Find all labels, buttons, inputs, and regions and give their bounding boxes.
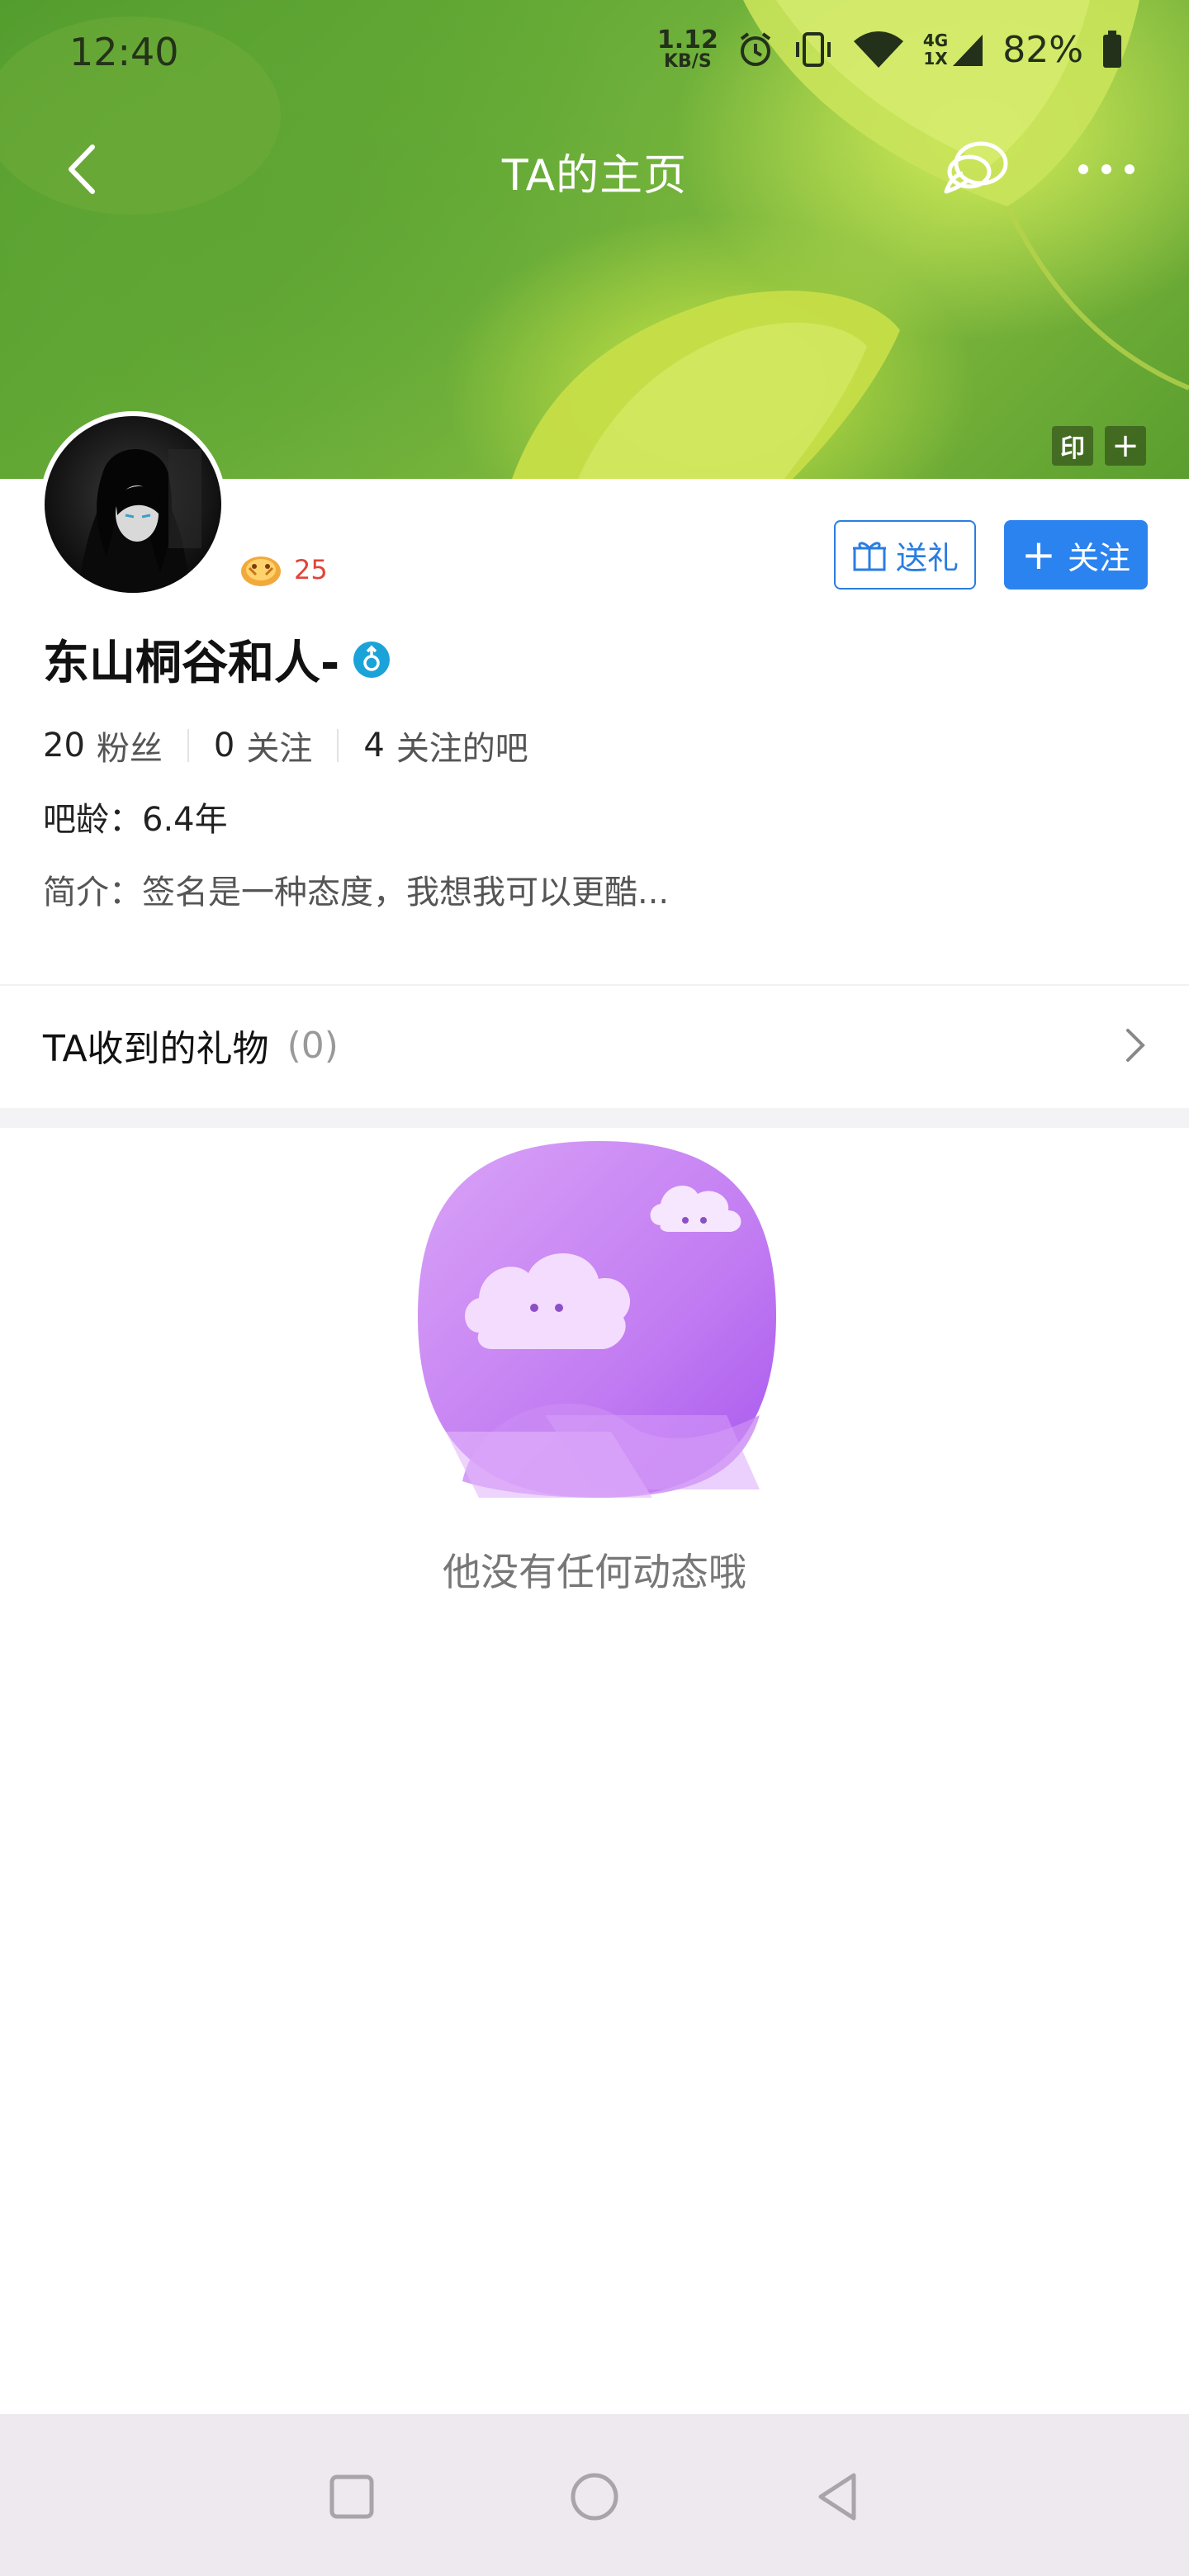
- network-sub: 1X: [923, 49, 948, 69]
- profile-stats: 20 粉丝 0 关注 4 关注的吧: [43, 722, 528, 769]
- wifi-icon: [853, 31, 903, 68]
- stat-following[interactable]: 0 关注: [214, 722, 312, 769]
- send-gift-label: 送礼: [895, 539, 959, 576]
- bar-age-row: 吧龄： 6.4年: [43, 793, 228, 841]
- home-icon[interactable]: [561, 2464, 628, 2530]
- stat-label: 关注的吧: [396, 730, 528, 768]
- signal-icon: [953, 35, 983, 66]
- network-type: 4G: [922, 31, 949, 50]
- stat-fans[interactable]: 20 粉丝: [43, 722, 163, 769]
- more-options-icon[interactable]: [1073, 149, 1139, 190]
- recent-apps-icon[interactable]: [319, 2464, 385, 2530]
- follow-button[interactable]: + 关注: [1004, 520, 1148, 590]
- battery-percent: 82%: [1002, 28, 1083, 71]
- system-navigation-bar: [0, 2414, 1189, 2576]
- follow-label: 关注: [1067, 539, 1130, 576]
- battery-icon: [1103, 31, 1121, 68]
- plus-icon: +: [1021, 531, 1056, 579]
- gift-icon: [852, 542, 886, 571]
- received-gifts-title: TA收到的礼物: [43, 1028, 269, 1070]
- bio-label: 简介：: [43, 874, 142, 912]
- username: 东山桐谷和人-: [43, 637, 340, 690]
- received-gifts-row[interactable]: TA收到的礼物 (0): [0, 987, 1189, 1103]
- level-badge[interactable]: 25: [238, 550, 328, 590]
- level-emblem-icon: [241, 556, 281, 586]
- stat-followed-bars[interactable]: 4 关注的吧: [363, 722, 528, 769]
- status-time: 12:40: [69, 30, 179, 74]
- status-icons: 1.12 KB/S 4G 1X 82%: [657, 25, 1123, 74]
- bio-text: 签名是一种态度，我想我可以更酷...: [142, 874, 670, 912]
- send-gift-button[interactable]: 送礼: [834, 520, 976, 590]
- network-speed-unit: KB/S: [663, 51, 712, 72]
- alarm-icon: [740, 32, 771, 66]
- stat-value: 0: [213, 727, 235, 765]
- divider: [0, 984, 1189, 986]
- gender-verify-icon: [353, 641, 391, 678]
- chevron-right-icon: [1126, 1029, 1145, 1062]
- username-row: 东山桐谷和人-: [43, 626, 391, 693]
- back-triangle-icon[interactable]: [806, 2464, 872, 2530]
- status-bar: 12:40 1.12 KB/S 4G 1X 82%: [0, 0, 1189, 107]
- stat-value: 20: [43, 727, 85, 765]
- avatar-illustration: [78, 449, 201, 593]
- empty-state-message: 他没有任何动态哦: [443, 1550, 746, 1594]
- avatar-image: [45, 416, 221, 593]
- section-gap: [0, 1108, 1189, 1128]
- stat-label: 粉丝: [96, 730, 163, 768]
- stat-divider: [337, 729, 339, 762]
- bar-age-value: 6.4年: [142, 801, 228, 839]
- chat-bubble-icon[interactable]: [938, 132, 1012, 206]
- network-speed: 1.12 KB/S: [657, 28, 718, 71]
- stat-label: 关注: [246, 730, 313, 768]
- stat-value: 4: [363, 727, 385, 765]
- avatar[interactable]: [40, 411, 226, 598]
- level-number: 25: [294, 554, 328, 585]
- received-gifts-count: (0): [287, 1024, 339, 1067]
- bio-row: 简介： 签名是一种态度，我想我可以更酷...: [43, 865, 669, 913]
- cover-print-tag[interactable]: 印: [1052, 426, 1093, 466]
- cover-tags: 印 +: [1052, 426, 1146, 466]
- stat-divider: [187, 729, 189, 762]
- empty-cloud-illustration: [418, 1141, 776, 1498]
- vibrate-icon: [795, 32, 831, 67]
- network-speed-value: 1.12: [656, 26, 718, 54]
- cellular-indicator: 4G 1X: [923, 31, 984, 68]
- profile-cover-banner[interactable]: 12:40 1.12 KB/S 4G 1X 82% TA的主页 印 +: [0, 0, 1189, 479]
- bar-age-label: 吧龄：: [43, 801, 142, 839]
- cover-add-tag[interactable]: +: [1105, 426, 1146, 466]
